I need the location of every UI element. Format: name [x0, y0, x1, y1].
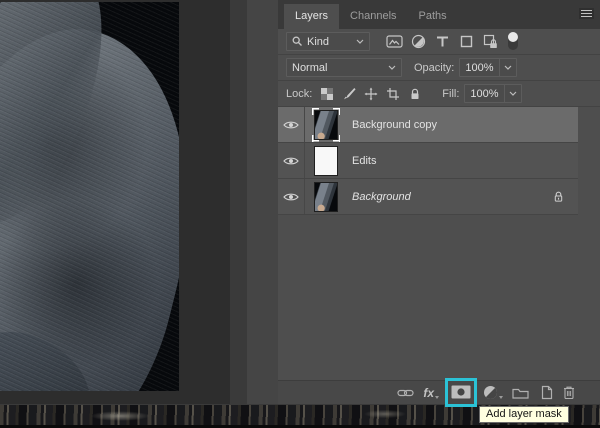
chevron-down-icon[interactable] — [498, 59, 516, 76]
layer-visibility-toggle[interactable] — [278, 143, 305, 178]
add-layer-mask-highlight — [445, 378, 477, 407]
layer-visibility-toggle[interactable] — [278, 107, 305, 142]
lock-position-icon[interactable] — [360, 85, 382, 103]
document-photo[interactable] — [0, 2, 179, 391]
smart-objects-filter-icon[interactable] — [478, 32, 502, 52]
link-layers-icon[interactable] — [397, 388, 414, 398]
layers-panel: Layers Channels Paths Kind Normal Opacit… — [278, 0, 600, 407]
caret-down-icon — [435, 395, 439, 399]
tab-paths[interactable]: Paths — [408, 4, 458, 29]
fill-value: 100% — [470, 87, 499, 100]
fill-label: Fill: — [442, 87, 460, 100]
chevron-down-icon — [388, 65, 396, 70]
type-layers-filter-icon[interactable] — [430, 32, 454, 52]
filter-row: Kind — [278, 29, 600, 55]
layer-style-icon[interactable]: fx — [423, 386, 439, 400]
layer-lock-icon — [553, 190, 564, 203]
new-layer-icon[interactable] — [538, 385, 553, 400]
tab-channels[interactable]: Channels — [339, 4, 407, 29]
adjustment-layers-filter-icon[interactable] — [406, 32, 430, 52]
lock-row: Lock: Fill: 100% — [278, 81, 600, 107]
opacity-input[interactable]: 100% — [459, 58, 517, 77]
layers-list: Background copy Edits Background — [278, 107, 600, 215]
blend-row: Normal Opacity: 100% — [278, 55, 600, 81]
layer-name[interactable]: Edits — [352, 155, 376, 167]
layer-row-edits[interactable]: Edits — [278, 143, 578, 179]
add-layer-mask-tooltip: Add layer mask — [479, 406, 569, 423]
dock-background — [247, 0, 278, 404]
layer-thumbnail[interactable] — [312, 108, 340, 142]
eye-icon — [283, 157, 299, 164]
dock-divider — [230, 0, 247, 404]
tab-layers[interactable]: Layers — [284, 4, 340, 29]
layer-thumbnail[interactable] — [312, 180, 340, 214]
delete-layer-icon[interactable] — [562, 385, 576, 400]
lock-all-icon[interactable] — [404, 85, 426, 103]
new-adjustment-layer-icon[interactable] — [483, 385, 503, 400]
shape-layers-filter-icon[interactable] — [454, 32, 478, 52]
lock-label: Lock: — [286, 87, 313, 100]
eye-icon — [283, 193, 299, 200]
filter-toggle[interactable] — [508, 32, 518, 50]
blend-mode-value: Normal — [292, 61, 328, 74]
eye-icon — [283, 121, 299, 128]
add-layer-mask-icon[interactable] — [451, 385, 471, 399]
new-group-icon[interactable] — [512, 386, 529, 399]
layers-panel-toolbar: fx — [278, 378, 600, 407]
caret-down-icon — [499, 396, 503, 399]
filter-kind-value: Kind — [307, 35, 330, 48]
lock-transparent-pixels-icon[interactable] — [316, 85, 338, 103]
panel-menu-icon[interactable] — [579, 8, 594, 19]
layer-visibility-toggle[interactable] — [278, 179, 305, 214]
layer-name[interactable]: Background copy — [352, 119, 437, 131]
layer-thumbnail[interactable] — [312, 144, 340, 178]
chevron-down-icon[interactable] — [503, 85, 521, 102]
panel-tab-bar: Layers Channels Paths — [278, 0, 600, 29]
opacity-value: 100% — [465, 61, 494, 74]
photoshop-workspace: Layers Channels Paths Kind Normal Opacit… — [0, 0, 600, 428]
chevron-down-icon — [356, 39, 364, 44]
opacity-label: Opacity: — [414, 61, 455, 74]
canvas-area — [0, 0, 230, 404]
layer-row-background-copy[interactable]: Background copy — [278, 107, 578, 143]
filter-kind-dropdown[interactable]: Kind — [286, 32, 370, 51]
fill-input[interactable]: 100% — [464, 84, 522, 103]
pixel-layers-filter-icon[interactable] — [382, 32, 406, 52]
layer-name[interactable]: Background — [352, 191, 411, 203]
fx-label: fx — [423, 385, 434, 400]
blend-mode-dropdown[interactable]: Normal — [286, 58, 402, 77]
prevent-autonesting-icon[interactable] — [382, 85, 404, 103]
lock-image-pixels-icon[interactable] — [338, 85, 360, 103]
search-icon — [292, 36, 303, 47]
layer-row-background[interactable]: Background — [278, 179, 578, 215]
